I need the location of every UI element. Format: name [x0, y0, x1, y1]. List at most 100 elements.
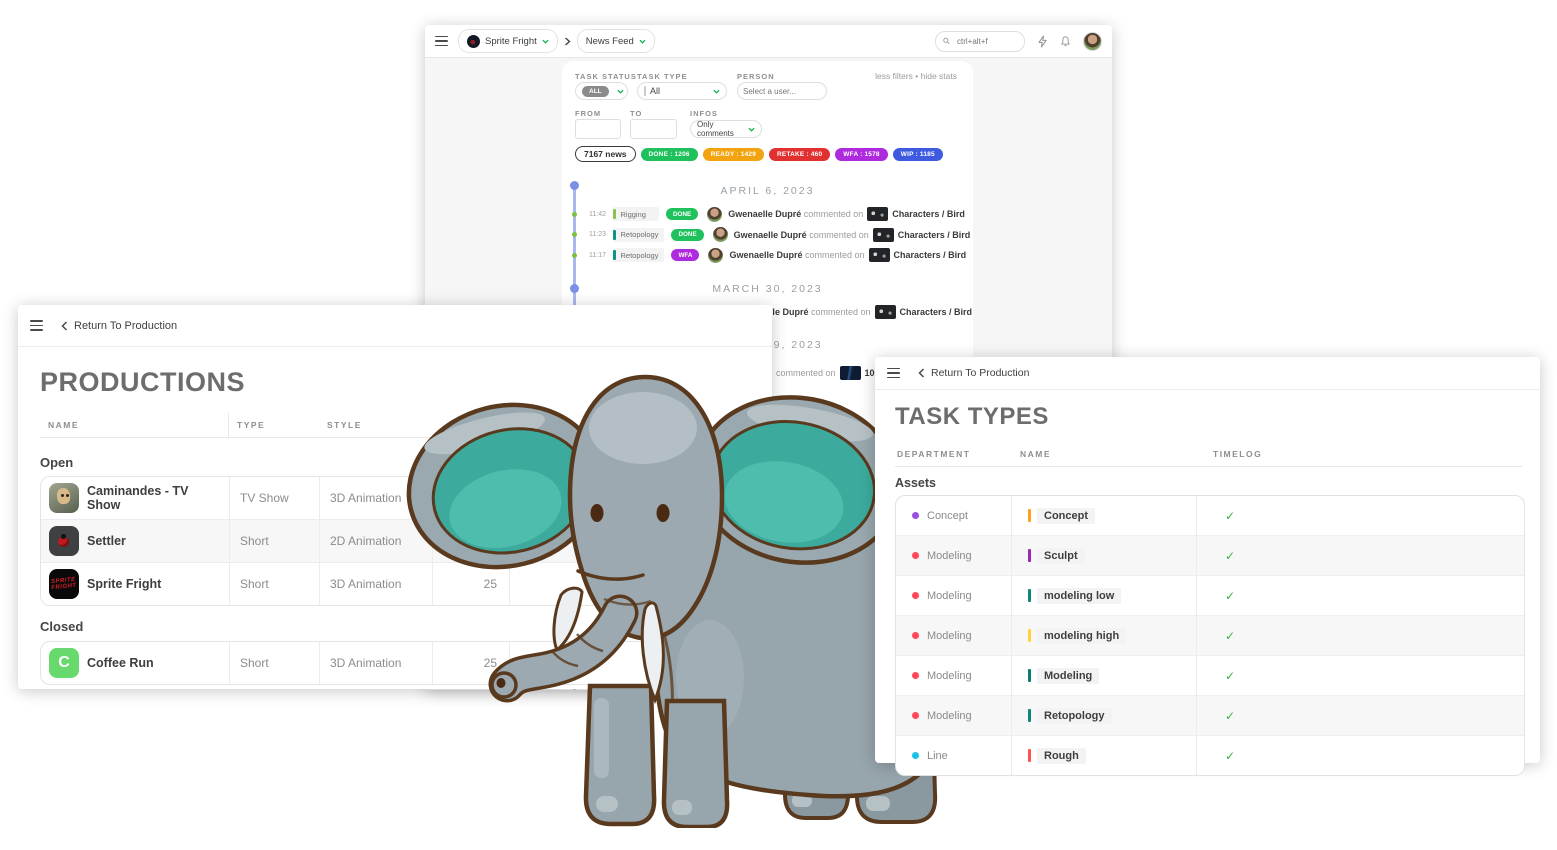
department-dot [912, 592, 919, 599]
department-name: Modeling [927, 670, 972, 682]
task-type-row[interactable]: Modeling modeling high ✓ [896, 615, 1524, 655]
task-type-row[interactable]: Concept Concept ✓ [896, 496, 1524, 535]
quick-actions-button[interactable] [1037, 35, 1048, 48]
entity-thumbnail [867, 207, 888, 221]
task-types-table: Concept Concept ✓ Modeling Sculpt ✓ Mode… [895, 495, 1525, 776]
task-type-chip: Retopology [613, 228, 664, 242]
chevron-down-icon [639, 39, 646, 44]
production-fps: 25 [432, 563, 509, 605]
column-divider [228, 413, 229, 437]
page-selector[interactable]: News Feed [577, 29, 655, 53]
production-name: Settler [87, 534, 126, 548]
section-label-assets: Assets [895, 476, 936, 490]
timelog-check-icon: ✓ [1213, 629, 1235, 643]
department-name: Modeling [927, 710, 972, 722]
chevron-right-icon [564, 37, 571, 46]
department-name: Modeling [927, 590, 972, 602]
from-input[interactable] [575, 119, 621, 139]
hamburger-menu-icon[interactable] [30, 320, 43, 331]
timelog-check-icon: ✓ [1213, 669, 1235, 683]
person-input[interactable] [737, 82, 827, 100]
status-badge-wip[interactable]: WIP : 1185 [893, 148, 943, 161]
column-header-name: NAME [48, 420, 79, 430]
production-logo-icon [467, 35, 480, 48]
status-badge-done[interactable]: DONE : 1206 [641, 148, 698, 161]
production-style: 3D Animation [319, 642, 432, 684]
department-dot [912, 512, 919, 519]
production-name: Sprite Fright [87, 577, 161, 591]
department-dot [912, 552, 919, 559]
task-type-row[interactable]: Modeling Sculpt ✓ [896, 535, 1524, 575]
entity-name: Characters / Bird [900, 307, 973, 317]
hamburger-menu-icon[interactable] [887, 368, 900, 379]
productions-header: Return To Production [18, 305, 772, 347]
header-divider [895, 466, 1522, 467]
column-header-style: STYLE [327, 420, 362, 430]
department-name: Line [927, 750, 948, 762]
news-item[interactable]: 11:17 Retopology WFA Gwenaelle Dupré com… [562, 246, 973, 264]
column-header-name: NAME [1020, 449, 1051, 459]
task-type-row[interactable]: Modeling Retopology ✓ [896, 695, 1524, 735]
department-name: Concept [927, 510, 968, 522]
task-type-row[interactable]: Line Rough ✓ [896, 735, 1524, 775]
entity-name: Characters / Bird [898, 230, 971, 240]
status-badge: WFA [671, 249, 699, 261]
task-types-window: Return To Production TASK TYPES DEPARTME… [875, 357, 1540, 763]
entity-thumbnail [875, 305, 896, 319]
to-input[interactable] [630, 119, 677, 139]
timelog-check-icon: ✓ [1213, 709, 1235, 723]
action-text: commented on [804, 209, 864, 219]
task-status-label: TASK STATUS [575, 72, 637, 81]
status-badge-wfa[interactable]: WFA : 1578 [835, 148, 887, 161]
production-type: TV Show [229, 477, 319, 519]
production-style: 3D Animation [319, 477, 432, 519]
hamburger-menu-icon[interactable] [435, 36, 448, 47]
production-row[interactable]: CCoffee Run Short 3D Animation 25 [41, 642, 768, 684]
production-thumbnail [49, 526, 79, 556]
search-input[interactable] [955, 36, 1017, 47]
column-header-department: DEPARTMENT [897, 449, 970, 459]
department-name: Modeling [927, 630, 972, 642]
timelog-check-icon: ✓ [1213, 509, 1235, 523]
production-type: Short [229, 642, 319, 684]
production-row[interactable]: SPRITEFRIGHTSprite Fright Short 3D Anima… [41, 562, 768, 605]
user-avatar[interactable] [1083, 32, 1102, 51]
production-row[interactable]: Caminandes - TV Show TV Show 3D Animatio… [41, 477, 768, 519]
news-stats-row: 7167 news DONE : 1206 READY : 1429 RETAK… [575, 146, 943, 162]
production-thumbnail: SPRITEFRIGHT [49, 569, 79, 599]
return-to-production-link[interactable]: Return To Production [61, 320, 177, 332]
task-type-row[interactable]: Modeling modeling low ✓ [896, 575, 1524, 615]
action-text: commented on [776, 368, 836, 378]
status-badge-ready[interactable]: READY : 1429 [703, 148, 764, 161]
department-dot [912, 752, 919, 759]
production-row[interactable]: Settler Short 2D Animation 24 [41, 519, 768, 562]
filters-stats-links[interactable]: less filters • hide stats [875, 71, 957, 81]
infos-select[interactable]: Only comments [690, 120, 762, 138]
page-title: PRODUCTIONS [40, 367, 245, 398]
production-name: Coffee Run [87, 656, 154, 670]
task-type-select[interactable]: All [637, 82, 727, 100]
closed-productions-table: CCoffee Run Short 3D Animation 25 [40, 641, 769, 685]
action-text: commented on [811, 307, 871, 317]
task-type-row[interactable]: Modeling Modeling ✓ [896, 655, 1524, 695]
news-item[interactable]: 11:42 Rigging DONE Gwenaelle Dupré comme… [562, 205, 973, 223]
column-header-type: TYPE [237, 420, 265, 430]
entity-thumbnail [873, 228, 894, 242]
infos-value: Only comments [697, 120, 740, 138]
department-dot [912, 672, 919, 679]
news-item[interactable]: 11:23 Retopology DONE Gwenaelle Dupré co… [562, 226, 973, 244]
avatar [1083, 32, 1102, 51]
task-type-chip: modeling high [1028, 628, 1126, 644]
production-fps: 25 [432, 642, 509, 684]
global-search[interactable] [935, 31, 1025, 52]
department-name: Modeling [927, 550, 972, 562]
status-badge-retake[interactable]: RETAKE : 460 [769, 148, 830, 161]
entity-thumbnail [840, 366, 861, 380]
timeline-dot [572, 253, 577, 258]
production-selector[interactable]: Sprite Fright [458, 29, 558, 53]
notifications-button[interactable] [1060, 35, 1071, 48]
task-status-select[interactable]: ALL [575, 82, 628, 100]
return-to-production-link[interactable]: Return To Production [918, 367, 1029, 379]
task-type-chip: Retopology [613, 248, 664, 262]
chevron-down-icon [542, 39, 549, 44]
